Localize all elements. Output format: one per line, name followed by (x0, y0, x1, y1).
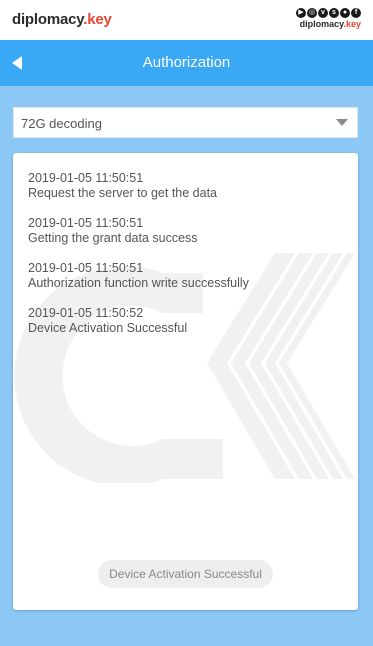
brand-small-key: key (345, 19, 361, 29)
instagram-icon: ◎ (307, 8, 317, 18)
log-entry: 2019-01-05 11:50:51 Getting the grant da… (28, 216, 348, 260)
log-message: Request the server to get the data (28, 186, 218, 200)
log-timestamp: 2019-01-05 11:50:51 (28, 216, 144, 230)
header-bar: Authorization (0, 40, 373, 86)
log-timestamp: 2019-01-05 11:50:51 (28, 171, 144, 185)
log-list: 2019-01-05 11:50:51 Request the server t… (28, 171, 348, 351)
whatsapp-icon: ● (340, 8, 350, 18)
log-entry: 2019-01-05 11:50:51 Request the server t… (28, 171, 348, 215)
brand-bar: diplomacy.key ▶ ◎ v s ● f diplomacy.key (0, 0, 373, 40)
log-message: Authorization function write successfull… (28, 276, 249, 290)
log-panel: 2019-01-05 11:50:51 Request the server t… (13, 153, 358, 610)
brand-small-main: diplomacy (299, 19, 344, 29)
brand-logo: diplomacy.key (12, 11, 112, 28)
brand-logo-main: diplomacy (12, 11, 84, 28)
brand-small-logo: diplomacy.key (296, 19, 361, 29)
facebook-icon: f (351, 8, 361, 18)
decoding-select-value: 72G decoding (21, 116, 102, 131)
vk-icon: v (318, 8, 328, 18)
log-message: Getting the grant data success (28, 231, 198, 245)
decoding-select[interactable]: 72G decoding (13, 107, 358, 138)
log-message: Device Activation Successful (28, 321, 188, 335)
status-toast: Device Activation Successful (98, 560, 273, 588)
social-icons: ▶ ◎ v s ● f (296, 8, 361, 18)
youtube-icon: ▶ (296, 8, 306, 18)
brand-badge: ▶ ◎ v s ● f diplomacy.key (296, 8, 361, 29)
log-entry: 2019-01-05 11:50:52 Device Activation Su… (28, 306, 348, 350)
log-timestamp: 2019-01-05 11:50:51 (28, 261, 144, 275)
log-timestamp: 2019-01-05 11:50:52 (28, 306, 144, 320)
app-area: Authorization 72G decoding 2019-01-05 11… (0, 40, 373, 646)
skype-icon: s (329, 8, 339, 18)
page-title: Authorization (142, 54, 231, 71)
brand-logo-key: key (87, 11, 112, 28)
chevron-down-icon (336, 119, 348, 126)
log-entry: 2019-01-05 11:50:51 Authorization functi… (28, 261, 348, 305)
